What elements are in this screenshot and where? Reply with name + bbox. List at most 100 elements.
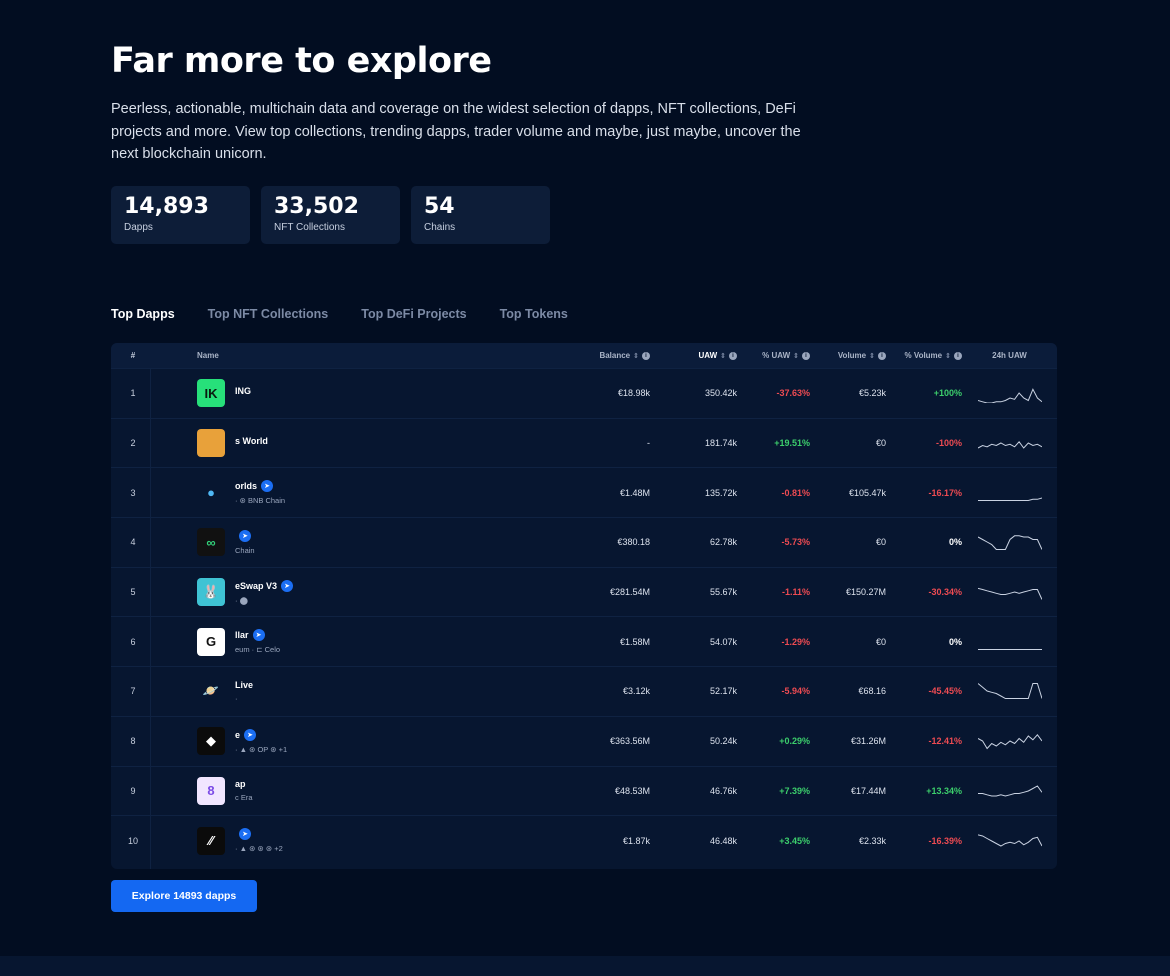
- tab-top-tokens[interactable]: Top Tokens: [500, 307, 568, 321]
- info-icon[interactable]: i: [729, 351, 737, 360]
- table-row[interactable]: 1 IK ING €18.98k 350.42k -37.63% €5.23k …: [111, 368, 1057, 418]
- table-row[interactable]: 7 🪐 Live · €3.12k 52.17k -5.94% €68.16 -…: [111, 666, 1057, 716]
- name-block: ➤ · ▲ ⊛ ⊛ ⊛ +2: [235, 828, 283, 853]
- row-name-cell[interactable]: ∞ ➤ Chain: [155, 518, 555, 567]
- sparkline-line: [977, 535, 1042, 551]
- col-24h-uaw: 24h UAW: [962, 351, 1057, 360]
- table-row[interactable]: 9 8 ap c Era €48.53M 46.76k +7.39% €17.4…: [111, 765, 1057, 816]
- dapp-logo-icon: ∞: [197, 528, 225, 557]
- dapp-name[interactable]: ➤: [235, 529, 255, 542]
- table-row[interactable]: 5 🐰 eSwap V3 ➤ · ⬤ €281.54M 55.67k -1.11…: [111, 566, 1057, 617]
- dapp-chains: · ⬤: [235, 595, 248, 605]
- table-header: # Name Balance ⇕ i UAW ⇕ i % UAW ⇕ i Volume ⇕ i …: [111, 343, 1057, 368]
- col-pct-volume[interactable]: % Volume ⇕ i: [886, 351, 962, 360]
- dapp-name[interactable]: ap: [235, 779, 253, 789]
- row-name-cell[interactable]: 🪐 Live ·: [155, 667, 555, 716]
- info-icon[interactable]: i: [954, 351, 962, 360]
- footer-band: [0, 956, 1170, 976]
- row-sparkline: [962, 433, 1057, 453]
- sparkline-chart: [977, 734, 1042, 750]
- sparkline-line: [977, 785, 1042, 797]
- sort-icon[interactable]: ⇕: [869, 352, 875, 360]
- tab-top-nft-collections[interactable]: Top NFT Collections: [208, 307, 329, 321]
- dapp-name[interactable]: orlds ➤: [235, 480, 285, 493]
- tab-top-defi-projects[interactable]: Top DeFi Projects: [361, 307, 466, 321]
- sparkline-line: [977, 497, 1042, 501]
- sort-icon[interactable]: ⇕: [720, 352, 726, 360]
- sparkline-line: [977, 441, 1042, 449]
- row-pct-volume: +13.34%: [926, 785, 962, 796]
- row-name-cell[interactable]: IK ING: [155, 369, 555, 418]
- sparkline-chart: [977, 683, 1042, 700]
- row-name-cell[interactable]: ⁄⁄ ➤ · ▲ ⊛ ⊛ ⊛ +2: [155, 816, 555, 865]
- row-rank: 1: [130, 388, 136, 399]
- table-row[interactable]: 6 G llar ➤ eum · ⊏ Celo €1.58M 54.07k -1…: [111, 616, 1057, 666]
- col-pct-uaw-label: % UAW: [762, 351, 791, 360]
- name-block: Live ·: [235, 680, 253, 703]
- dapp-logo-icon: 🐰: [197, 578, 225, 607]
- row-rank: 3: [130, 487, 136, 498]
- row-pct-uaw: +3.45%: [779, 835, 810, 846]
- row-rank: 8: [130, 736, 136, 747]
- row-rank: 10: [127, 835, 138, 846]
- stat-card-nft-collections: 33,502 NFT Collections: [261, 185, 400, 244]
- row-pct-uaw: -1.29%: [781, 636, 810, 647]
- row-name-cell[interactable]: s World: [155, 419, 555, 468]
- row-name-cell[interactable]: 🐰 eSwap V3 ➤ · ⬤: [155, 568, 555, 617]
- col-pct-uaw[interactable]: % UAW ⇕ i: [737, 351, 810, 360]
- row-pct-uaw: +7.39%: [779, 785, 810, 796]
- row-pct-volume: -100%: [935, 438, 962, 449]
- tab-top-dapps[interactable]: Top Dapps: [111, 307, 175, 321]
- info-icon[interactable]: i: [802, 351, 810, 360]
- row-uaw: 52.17k: [709, 686, 737, 697]
- row-volume: €150.27M: [845, 587, 886, 598]
- row-uaw: 50.24k: [709, 736, 737, 747]
- info-icon[interactable]: i: [642, 351, 650, 360]
- row-name-cell[interactable]: ● orlds ➤ · ⊛ BNB Chain: [155, 468, 555, 517]
- table-row[interactable]: 8 ◆ e ➤ · ▲ ⊛ OP ⊛ +1 €363.56M 50.24k +0…: [111, 715, 1057, 766]
- sort-icon[interactable]: ⇕: [633, 352, 639, 360]
- table-row[interactable]: 10 ⁄⁄ ➤ · ▲ ⊛ ⊛ ⊛ +2 €1.87k 46.48k +3.45…: [111, 815, 1057, 865]
- sparkline-line: [977, 587, 1042, 600]
- table-row[interactable]: 4 ∞ ➤ Chain €380.18 62.78k -5.73% €0 0%: [111, 517, 1057, 567]
- dapp-name[interactable]: ING: [235, 386, 251, 396]
- col-uaw[interactable]: UAW ⇕ i: [650, 351, 737, 360]
- row-pct-uaw: -0.81%: [781, 487, 810, 498]
- row-name-cell[interactable]: 8 ap c Era: [155, 767, 555, 816]
- row-volume: €17.44M: [850, 785, 886, 796]
- page-content: Far more to explore Peerless, actionable…: [111, 40, 1057, 912]
- row-pct-volume: -16.39%: [928, 835, 962, 846]
- dapp-name-text: e: [235, 729, 241, 740]
- table-row[interactable]: 2 s World - 181.74k +19.51% €0 -100%: [111, 417, 1057, 468]
- col-uaw-label: UAW: [698, 351, 718, 360]
- row-rank: 2: [130, 438, 136, 449]
- stat-value: 14,893: [124, 193, 209, 219]
- row-sparkline: [962, 532, 1057, 552]
- dapp-name[interactable]: eSwap V3 ➤: [235, 579, 294, 592]
- stat-label: Dapps: [124, 221, 153, 233]
- col-balance[interactable]: Balance ⇕ i: [555, 351, 650, 360]
- explore-dapps-button[interactable]: Explore 14893 dapps: [111, 880, 257, 912]
- dapp-name[interactable]: e ➤: [235, 728, 287, 741]
- sparkline-chart: [977, 785, 1042, 797]
- info-icon[interactable]: i: [878, 351, 886, 360]
- dapp-name-text: ING: [235, 386, 252, 397]
- row-name-cell[interactable]: ◆ e ➤ · ▲ ⊛ OP ⊛ +1: [155, 717, 555, 766]
- stat-card-chains: 54 Chains: [411, 185, 550, 244]
- row-pct-volume: 0%: [948, 537, 962, 548]
- col-volume[interactable]: Volume ⇕ i: [810, 351, 886, 360]
- table-row[interactable]: 3 ● orlds ➤ · ⊛ BNB Chain €1.48M 135.72k…: [111, 467, 1057, 517]
- dapp-logo-icon: IK: [197, 379, 225, 408]
- col-name-label: Name: [197, 351, 219, 360]
- sparkline-chart: [977, 497, 1042, 501]
- dapp-name[interactable]: s World: [235, 436, 268, 446]
- dapp-logo-icon: ●: [207, 485, 215, 501]
- name-block: eSwap V3 ➤ · ⬤: [235, 579, 294, 605]
- dapp-name[interactable]: Live: [235, 680, 253, 690]
- row-name-cell[interactable]: G llar ➤ eum · ⊏ Celo: [155, 617, 555, 666]
- dapp-name[interactable]: llar ➤: [235, 629, 280, 642]
- sort-icon[interactable]: ⇕: [793, 352, 799, 360]
- dapp-name[interactable]: ➤: [235, 828, 283, 841]
- row-volume: €0: [875, 636, 886, 647]
- sort-icon[interactable]: ⇕: [945, 352, 951, 360]
